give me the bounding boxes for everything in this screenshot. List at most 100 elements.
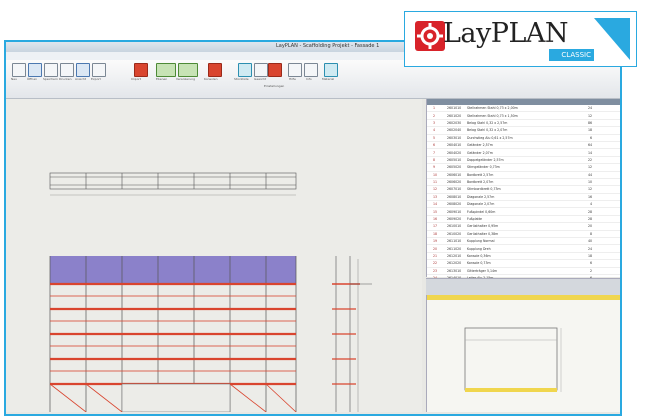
anchoring-button[interactable]: [178, 63, 198, 77]
list-cell-name: Belag Stahl 0,32 x 2,07m: [467, 128, 508, 133]
list-cell-qty: 8: [589, 231, 592, 236]
print-button[interactable]: [60, 63, 74, 77]
preview-drawing: [464, 327, 562, 392]
list-cell-name: Bordbrett 2,07m: [467, 180, 494, 185]
ribbon-label-weight: Gewicht: [254, 77, 267, 81]
list-cell-qty: 4: [589, 202, 592, 207]
list-cell-qty: 86: [587, 120, 592, 125]
list-item[interactable]: 5 2603010 Durchstieg Alu 0,61 x 2,57m 6: [427, 135, 620, 142]
list-item[interactable]: 22 2612020 Konsole 0,73m 6: [427, 260, 620, 268]
drawing-canvas[interactable]: [6, 99, 422, 414]
list-item[interactable]: 14 2608020 Diagonale 2,07m 4: [427, 201, 620, 209]
list-item[interactable]: 4 2602040 Belag Stahl 0,32 x 2,07m 18: [427, 127, 620, 135]
list-item[interactable]: 15 2609010 Fußspindel 0,60m 28: [427, 208, 620, 216]
list-cell-pos: 10: [433, 172, 438, 177]
list-item[interactable]: 21 2612010 Konsole 0,36m 18: [427, 253, 620, 261]
list-item[interactable]: 8 2605010 Doppelgeländer 2,57m 22: [427, 157, 620, 165]
passage-opening: [121, 383, 231, 413]
import-button[interactable]: [134, 63, 148, 77]
list-cell-pos: 16: [433, 217, 438, 222]
list-cell-name: Kupplung Normal: [467, 239, 495, 244]
list-cell-qty: 64: [587, 143, 592, 148]
list-cell-code: 2609010: [447, 209, 462, 214]
list-cell-code: 2605010: [447, 157, 462, 162]
list-cell-pos: 1: [433, 106, 436, 111]
new-button[interactable]: [12, 63, 26, 77]
list-cell-code: 2611010: [447, 239, 462, 244]
list-item[interactable]: 16 2609020 Fußplatte 28: [427, 216, 620, 224]
preview-panel: [426, 295, 620, 412]
list-item[interactable]: 17 2610010 Gerüsthalter 0,95m 20: [427, 223, 620, 231]
list-item[interactable]: 3 2602030 Belag Stahl 0,32 x 2,57m 86: [427, 120, 620, 128]
list-cell-qty: 2: [589, 268, 592, 273]
list-item[interactable]: 9 2605020 Stirngeländer 0,73m 12: [427, 164, 620, 172]
info-button[interactable]: [304, 63, 318, 77]
list-cell-qty: 40: [587, 239, 592, 244]
list-item[interactable]: 19 2611010 Kupplung Normal 40: [427, 238, 620, 246]
list-cell-name: Geländer 2,07m: [467, 150, 493, 155]
list-cell-qty: 24: [587, 106, 592, 111]
list-item[interactable]: 2 2601020 Stellrahmen Stahl 0,73 x 1,50m 12: [427, 112, 620, 120]
list-item[interactable]: 1 2601010 Stellrahmen Stahl 0,73 x 2,00m 24: [427, 105, 620, 113]
list-cell-name: Diagonale 2,57m: [467, 194, 495, 199]
ribbon-label-import: Import: [131, 77, 141, 81]
list-cell-code: 2608010: [447, 194, 462, 199]
list-cell-name: Bordbrett 2,57m: [467, 172, 494, 177]
parts-list-button[interactable]: [238, 63, 252, 77]
ribbon-label-settings: Einstellungen: [264, 84, 285, 88]
list-cell-name: Diagonale 2,07m: [467, 202, 495, 207]
list-item[interactable]: 7 2604020 Geländer 2,07m 14: [427, 149, 620, 157]
list-item[interactable]: 11 2606020 Bordbrett 2,07m 10: [427, 179, 620, 187]
list-cell-code: 2611020: [447, 246, 462, 251]
open-button[interactable]: [28, 63, 42, 77]
list-cell-pos: 20: [433, 246, 438, 251]
list-cell-pos: 21: [433, 254, 438, 258]
list-cell-pos: 13: [433, 194, 438, 199]
save-button[interactable]: [44, 63, 58, 77]
list-cell-code: 2601010: [447, 106, 462, 111]
help-button[interactable]: [288, 63, 302, 77]
list-item[interactable]: 23 2613010 Gitterträger 5,14m 2: [427, 268, 620, 275]
front-elevation: [49, 256, 297, 414]
ribbon-label-parts-list: Stückliste: [234, 77, 249, 81]
list-cell-qty: 12: [587, 187, 592, 192]
list-cell-qty: 14: [587, 150, 592, 155]
list-item[interactable]: 18 2610020 Gerüsthalter 0,38m 8: [427, 231, 620, 239]
list-cell-pos: 14: [433, 202, 438, 207]
list-cell-name: Gitterträger 5,14m: [467, 268, 498, 273]
ribbon-label-print: Drucken: [59, 77, 72, 81]
list-cell-code: 2605020: [447, 165, 462, 170]
list-item[interactable]: 20 2611020 Kupplung Dreh 24: [427, 245, 620, 253]
list-item[interactable]: 13 2608010 Diagonale 2,57m 16: [427, 194, 620, 202]
plan-view: [49, 172, 297, 196]
list-cell-pos: 7: [433, 150, 436, 155]
view-button[interactable]: [76, 63, 90, 77]
material-button[interactable]: [324, 63, 338, 77]
list-cell-qty: 16: [587, 194, 592, 199]
list-cell-pos: 12: [433, 187, 438, 192]
list-cell-pos: 2: [433, 113, 436, 118]
scaffold-drawing: [49, 172, 372, 414]
list-cell-name: Konsole 0,73m: [467, 261, 491, 266]
gear-logo-icon: [415, 21, 445, 51]
list-cell-pos: 3: [433, 120, 436, 125]
list-item[interactable]: 12 2607010 Stirnbordbrett 0,73m 12: [427, 186, 620, 194]
export-button[interactable]: [92, 63, 106, 77]
list-item[interactable]: 10 2606010 Bordbrett 2,57m 44: [427, 172, 620, 179]
consoles-button[interactable]: [208, 63, 222, 77]
protection-deck: [50, 256, 296, 284]
ribbon-label-consoles: Konsolen: [204, 77, 218, 81]
panel-status-bar: [426, 278, 620, 295]
list-cell-qty: 6: [589, 261, 592, 266]
ribbon-label-anchoring: Verankerung: [176, 77, 196, 81]
edition-label: CLASSIC: [549, 49, 594, 61]
list-cell-code: 2604020: [447, 150, 462, 155]
settings-button[interactable]: [268, 63, 282, 77]
list-item[interactable]: 6 2604010 Geländer 2,57m 64: [427, 142, 620, 150]
weight-button[interactable]: [254, 63, 268, 77]
logo-triangle: [594, 18, 630, 60]
list-cell-pos: 18: [433, 231, 438, 236]
list-cell-qty: 28: [587, 209, 592, 214]
layers-button[interactable]: [156, 63, 176, 77]
list-cell-name: Doppelgeländer 2,57m: [467, 157, 504, 162]
